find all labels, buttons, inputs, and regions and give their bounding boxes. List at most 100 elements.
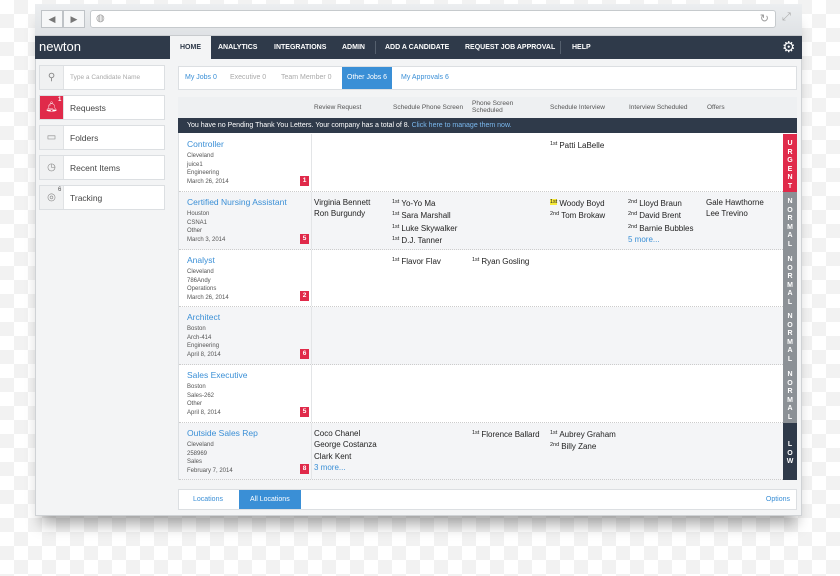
job-title-link[interactable]: Outside Sales Rep bbox=[187, 428, 258, 438]
candidate-entry[interactable]: Clark Kent bbox=[314, 451, 377, 462]
sidebar-item-recent-items[interactable]: ◷ Recent Items bbox=[39, 155, 165, 180]
fullscreen-icon[interactable]: ⤢ bbox=[782, 11, 791, 24]
candidate-entry[interactable]: 1st Ryan Gosling bbox=[472, 255, 529, 267]
stage-cell: 1st Ryan Gosling bbox=[472, 255, 529, 267]
tab-locations[interactable]: Locations bbox=[193, 490, 223, 509]
job-meta-line: Arch-414 bbox=[187, 334, 212, 341]
priority-strip: NORMAL bbox=[783, 307, 797, 365]
candidate-entry[interactable]: Virginia Bennett bbox=[314, 197, 370, 208]
candidate-entry[interactable]: 2nd David Brent bbox=[628, 209, 693, 221]
tab-executive[interactable]: Executive 0 bbox=[230, 67, 266, 89]
priority-label: NORMAL bbox=[787, 313, 793, 363]
candidate-entry[interactable]: 1st Florence Ballard bbox=[472, 428, 540, 440]
candidate-entry[interactable]: Gale Hawthorne bbox=[706, 197, 764, 208]
job-meta-line: Engineering bbox=[187, 343, 220, 350]
candidate-search[interactable]: ⚲ Type a Candidate Name bbox=[39, 65, 165, 90]
tab-my-jobs[interactable]: My Jobs 0 bbox=[185, 67, 217, 89]
table-row: Outside Sales Rep Cleveland 258969 Sales Fe… bbox=[179, 423, 783, 480]
reload-icon[interactable]: ↻ bbox=[760, 12, 769, 25]
folder-icon: ▭ bbox=[40, 126, 64, 149]
candidate-name: Ryan Gosling bbox=[481, 257, 530, 266]
nav-home[interactable]: HOME bbox=[170, 36, 211, 59]
nav-admin[interactable]: ADMIN bbox=[342, 36, 365, 59]
sidebar-item-folders[interactable]: ▭ Folders bbox=[39, 125, 165, 150]
job-title-link[interactable]: Sales Executive bbox=[187, 370, 247, 380]
job-meta-line: Boston bbox=[187, 326, 206, 332]
forward-button[interactable]: ▶ bbox=[63, 10, 85, 28]
candidate-count-badge: 6 bbox=[300, 349, 309, 359]
candidate-entry[interactable]: 2nd Tom Brokaw bbox=[550, 209, 605, 221]
tab-my-approvals[interactable]: My Approvals 6 bbox=[401, 67, 449, 89]
candidate-name: Luke Skywalker bbox=[401, 223, 458, 233]
sidebar-item-tracking[interactable]: ◎ 6 Tracking bbox=[39, 185, 165, 210]
candidate-entry[interactable]: 1st Flavor Flav bbox=[392, 255, 441, 267]
rank-label: 1st bbox=[392, 257, 400, 263]
nav-integrations[interactable]: INTEGRATIONS bbox=[274, 36, 326, 59]
nav-divider bbox=[560, 41, 561, 54]
job-title-link[interactable]: Architect bbox=[187, 312, 220, 322]
candidate-name: Barnie Bubbles bbox=[639, 223, 694, 233]
job-title-link[interactable]: Analyst bbox=[187, 255, 215, 265]
stage-cell: 1st Patti LaBelle bbox=[550, 139, 604, 151]
column-headers: Review Request Schedule Phone Screen Pho… bbox=[178, 97, 797, 118]
job-meta-line: Cleveland bbox=[187, 153, 214, 159]
candidate-entry[interactable]: Lee Trevino bbox=[706, 208, 764, 219]
candidate-entry[interactable]: 1st Patti LaBelle bbox=[550, 139, 604, 151]
nav-help[interactable]: HELP bbox=[572, 36, 591, 59]
candidate-entry[interactable]: 2nd Barnie Bubbles bbox=[628, 222, 693, 234]
candidate-name: Coco Chanel bbox=[314, 429, 361, 438]
job-meta-line: Cleveland bbox=[187, 269, 214, 275]
job-title-link[interactable]: Controller bbox=[187, 139, 224, 149]
search-input[interactable]: Type a Candidate Name bbox=[70, 74, 140, 81]
sidebar-item-requests[interactable]: 🔔︎ 1 Requests bbox=[39, 95, 165, 120]
candidate-entry[interactable]: Ron Burgundy bbox=[314, 208, 370, 219]
job-meta-line: March 26, 2014 bbox=[187, 178, 229, 185]
candidate-count-badge: 2 bbox=[300, 291, 309, 301]
candidate-entry[interactable]: 2nd Lloyd Braun bbox=[628, 197, 693, 209]
rank-label: 1st bbox=[550, 199, 558, 205]
candidate-entry[interactable]: 1st Sara Marshall bbox=[392, 209, 457, 221]
candidate-entry[interactable]: George Costanza bbox=[314, 439, 377, 450]
more-candidates-link[interactable]: 5 more... bbox=[628, 234, 693, 245]
address-bar[interactable]: ◍ ↻ bbox=[90, 10, 776, 28]
candidate-name: Clark Kent bbox=[314, 451, 352, 461]
grid-footer: Locations All Locations Options bbox=[178, 489, 797, 510]
nav-add-candidate[interactable]: ADD A CANDIDATE bbox=[385, 36, 449, 59]
sidebar-item-label: Recent Items bbox=[70, 163, 121, 173]
rank-label: 2nd bbox=[628, 199, 638, 205]
job-meta-line: Other bbox=[187, 401, 203, 408]
more-candidates-link[interactable]: 3 more... bbox=[314, 462, 377, 473]
nav-analytics[interactable]: ANALYTICS bbox=[218, 36, 257, 59]
main-nav: HOME ANALYTICS INTEGRATIONS ADMIN ADD A … bbox=[170, 36, 802, 59]
candidate-entry[interactable]: 1st Luke Skywalker bbox=[392, 222, 457, 234]
candidate-count-badge: 8 bbox=[300, 464, 309, 474]
job-cell: Analyst Cleveland 786Andy Operations March … bbox=[179, 250, 312, 306]
options-link[interactable]: Options bbox=[766, 490, 790, 509]
manage-letters-link[interactable]: Click here to manage them now. bbox=[412, 122, 512, 129]
candidate-entry[interactable]: 1st D.J. Tanner bbox=[392, 234, 457, 246]
priority-strip: NORMAL bbox=[783, 250, 797, 307]
candidate-name: Aubrey Graham bbox=[559, 430, 616, 439]
candidate-entry[interactable]: 1st Yo-Yo Ma bbox=[392, 197, 457, 209]
candidate-entry[interactable]: 2nd Billy Zane bbox=[550, 440, 616, 452]
tab-all-locations[interactable]: All Locations bbox=[239, 490, 301, 509]
nav-request-job-approval[interactable]: REQUEST JOB APPROVAL bbox=[465, 36, 555, 59]
job-meta-line: Sales bbox=[187, 459, 203, 466]
banner-text: You have no Pending Thank You Letters. Y… bbox=[187, 122, 412, 129]
candidate-entry[interactable]: Coco Chanel bbox=[314, 428, 377, 439]
stage-cell: 2nd Lloyd Braun 2nd David Brent 2nd Barnie Bu… bbox=[628, 197, 693, 246]
back-button[interactable]: ◀ bbox=[41, 10, 63, 28]
candidate-entry[interactable]: 1st Woody Boyd bbox=[550, 197, 605, 209]
column-header: Review Request bbox=[314, 104, 362, 111]
rank-label: 1st bbox=[392, 211, 400, 218]
candidate-entry[interactable]: 1st Aubrey Graham bbox=[550, 428, 616, 440]
priority-strip: NORMAL bbox=[783, 192, 797, 250]
table-row: Sales Executive Boston Sales-262 Other Apri… bbox=[179, 365, 783, 423]
tab-other-jobs[interactable]: Other Jobs 6 bbox=[342, 67, 393, 89]
candidate-name: Gale Hawthorne bbox=[706, 198, 764, 207]
tab-team-member[interactable]: Team Member 0 bbox=[281, 67, 332, 89]
job-title-link[interactable]: Certified Nursing Assistant bbox=[187, 197, 287, 207]
job-meta-line: March 3, 2014 bbox=[187, 236, 226, 243]
candidate-name: Florence Ballard bbox=[481, 430, 540, 439]
gear-icon[interactable]: ⚙ bbox=[782, 38, 795, 56]
